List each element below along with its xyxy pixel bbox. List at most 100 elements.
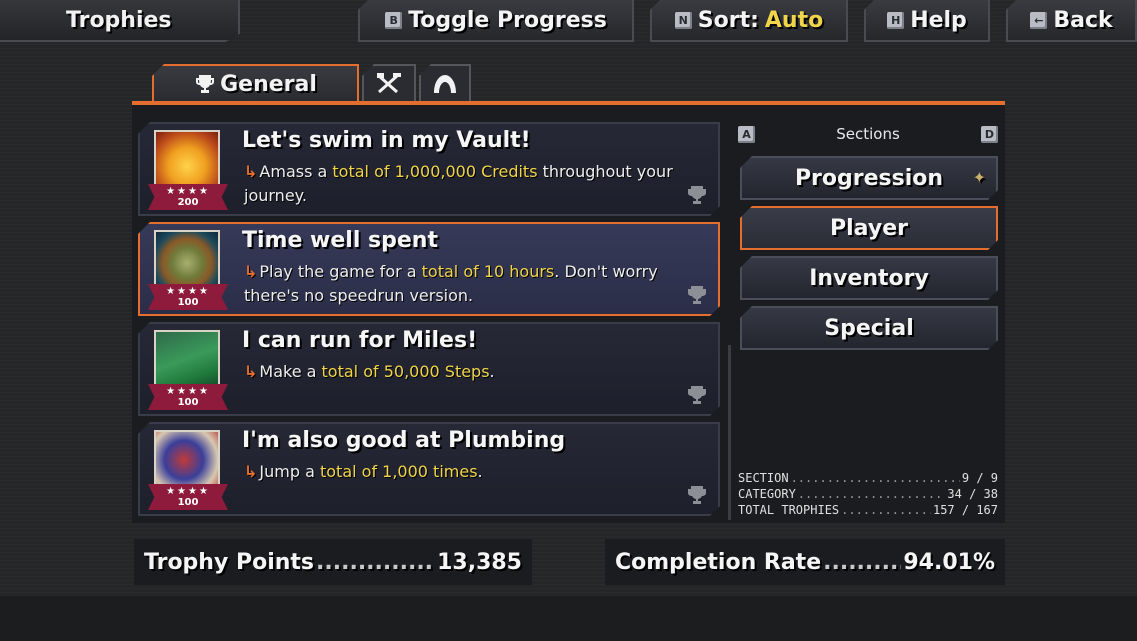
stat-section: SECTION 9 / 9 bbox=[738, 470, 998, 486]
section-special-button[interactable]: Special bbox=[740, 306, 998, 350]
page-title: Trophies bbox=[0, 0, 240, 42]
points-ribbon: ★★★★ 100 bbox=[148, 384, 228, 410]
arrow-icon: ↳ bbox=[244, 362, 258, 381]
section-progression-button[interactable]: Progression ✦ bbox=[740, 156, 998, 200]
rarity-stars: ★★★★ bbox=[166, 486, 210, 497]
sort-button[interactable]: N Sort: Auto bbox=[650, 0, 848, 42]
desc-text: . bbox=[477, 462, 483, 481]
leader-dots bbox=[823, 550, 901, 575]
back-label: Back bbox=[1053, 7, 1113, 33]
tab-general-label: General bbox=[220, 71, 317, 97]
stat-label: SECTION bbox=[738, 471, 789, 485]
desc-text: Play the game for a bbox=[259, 262, 422, 281]
toggle-progress-label: Toggle Progress bbox=[408, 7, 607, 33]
stat-category: CATEGORY 34 / 38 bbox=[738, 486, 998, 502]
leader-dots bbox=[798, 487, 946, 501]
key-hint-d[interactable]: D bbox=[981, 125, 998, 143]
sections-title: Sections bbox=[836, 125, 900, 143]
trophy-card-time[interactable]: ★★★★ 100 Time well spent ↳ Play the game … bbox=[138, 222, 720, 316]
desc-text: . bbox=[489, 362, 495, 381]
desc-highlight: total of 10 hours bbox=[421, 262, 555, 281]
desc-highlight: total of 50,000 Steps bbox=[321, 362, 490, 381]
trophy-description: ↳ Make a total of 50,000 Steps. bbox=[244, 360, 694, 384]
bottom-strip bbox=[0, 596, 1137, 641]
trophy-points: 200 bbox=[177, 197, 199, 208]
section-inventory-button[interactable]: Inventory bbox=[740, 256, 998, 300]
points-ribbon: ★★★★ 100 bbox=[148, 484, 228, 510]
stat-total-trophies: TOTAL TROPHIES 157 / 167 bbox=[738, 502, 998, 518]
tab-general[interactable]: General bbox=[152, 64, 359, 102]
rarity-stars: ★★★★ bbox=[166, 186, 210, 197]
trophy-points-label: Trophy Points bbox=[144, 549, 315, 575]
crossed-tools-icon bbox=[377, 73, 401, 94]
trophy-description: ↳ Play the game for a total of 10 hours. … bbox=[244, 260, 694, 308]
list-divider bbox=[728, 345, 731, 520]
page-title-text: Trophies bbox=[66, 7, 172, 33]
trophy-status-icon bbox=[686, 284, 708, 306]
trophy-card-miles[interactable]: ★★★★ 100 I can run for Miles! ↳ Make a to… bbox=[138, 322, 720, 416]
trophy-status-icon bbox=[686, 484, 708, 506]
help-button[interactable]: H Help bbox=[864, 0, 990, 42]
key-hint-b: B bbox=[385, 11, 403, 29]
trophy-title: Let's swim in my Vault! bbox=[242, 128, 531, 153]
new-sparkle-icon: ✦ bbox=[972, 168, 986, 187]
trophy-icon bbox=[196, 75, 215, 93]
key-hint-h: H bbox=[887, 11, 905, 29]
section-label: Inventory bbox=[809, 265, 929, 291]
section-label: Special bbox=[824, 315, 914, 341]
completion-rate-label: Completion Rate bbox=[615, 549, 822, 575]
points-ribbon: ★★★★ 100 bbox=[148, 284, 228, 310]
tab-crafting[interactable] bbox=[362, 64, 416, 102]
toggle-progress-button[interactable]: B Toggle Progress bbox=[358, 0, 634, 42]
key-hint-n: N bbox=[674, 11, 692, 29]
sections-header: A Sections D bbox=[738, 122, 998, 146]
section-label: Player bbox=[830, 215, 908, 241]
stat-label: CATEGORY bbox=[738, 487, 796, 501]
arrow-icon: ↳ bbox=[244, 462, 258, 481]
trophy-points-value: 13,385 bbox=[437, 549, 522, 575]
desc-highlight: total of 1,000 times bbox=[319, 462, 478, 481]
key-hint-back: ← bbox=[1030, 11, 1048, 29]
rarity-stars: ★★★★ bbox=[166, 286, 210, 297]
trophy-title: I'm also good at Plumbing bbox=[242, 428, 566, 453]
leader-dots bbox=[841, 503, 931, 517]
stat-label: TOTAL TROPHIES bbox=[738, 503, 840, 517]
trophy-card-plumbing[interactable]: ★★★★ 100 I'm also good at Plumbing ↳ Jump… bbox=[138, 422, 720, 516]
arrow-icon: ↳ bbox=[244, 162, 258, 181]
trophy-description: ↳ Amass a total of 1,000,000 Credits thro… bbox=[244, 160, 694, 208]
arrow-icon: ↳ bbox=[244, 262, 258, 281]
trophy-status-icon bbox=[686, 184, 708, 206]
leader-dots bbox=[316, 550, 435, 575]
help-label: Help bbox=[910, 7, 967, 33]
completion-rate-bar: Completion Rate 94.01% bbox=[605, 539, 1005, 585]
section-label: Progression bbox=[794, 165, 944, 191]
tab-equipment[interactable] bbox=[419, 64, 471, 102]
desc-text: Jump a bbox=[259, 462, 320, 481]
trophy-title: Time well spent bbox=[242, 228, 438, 253]
back-button[interactable]: ← Back bbox=[1006, 0, 1137, 42]
helmet-icon bbox=[434, 75, 456, 93]
trophy-description: ↳ Jump a total of 1,000 times. bbox=[244, 460, 694, 484]
key-hint-a[interactable]: A bbox=[738, 125, 755, 143]
rarity-stars: ★★★★ bbox=[166, 386, 210, 397]
trophy-points: 100 bbox=[177, 297, 199, 308]
trophy-points: 100 bbox=[177, 397, 199, 408]
stats-summary: SECTION 9 / 9 CATEGORY 34 / 38 TOTAL TRO… bbox=[738, 470, 998, 518]
sort-value: Auto bbox=[764, 7, 824, 33]
completion-rate-value: 94.01% bbox=[903, 549, 995, 575]
points-ribbon: ★★★★ 200 bbox=[148, 184, 228, 210]
stat-value: 9 / 9 bbox=[961, 471, 998, 485]
desc-text: Make a bbox=[259, 362, 322, 381]
sort-label: Sort: bbox=[697, 7, 759, 33]
desc-text: Amass a bbox=[259, 162, 333, 181]
trophy-card-vault[interactable]: ★★★★ 200 Let's swim in my Vault! ↳ Amass … bbox=[138, 122, 720, 216]
stat-value: 157 / 167 bbox=[932, 503, 998, 517]
section-player-button[interactable]: Player bbox=[740, 206, 998, 250]
leader-dots bbox=[791, 471, 960, 485]
trophy-points: 100 bbox=[177, 497, 199, 508]
trophy-title: I can run for Miles! bbox=[242, 328, 478, 353]
trophy-status-icon bbox=[686, 384, 708, 406]
stat-value: 34 / 38 bbox=[947, 487, 998, 501]
desc-highlight: total of 1,000,000 Credits bbox=[332, 162, 538, 181]
trophy-points-bar: Trophy Points 13,385 bbox=[134, 539, 532, 585]
